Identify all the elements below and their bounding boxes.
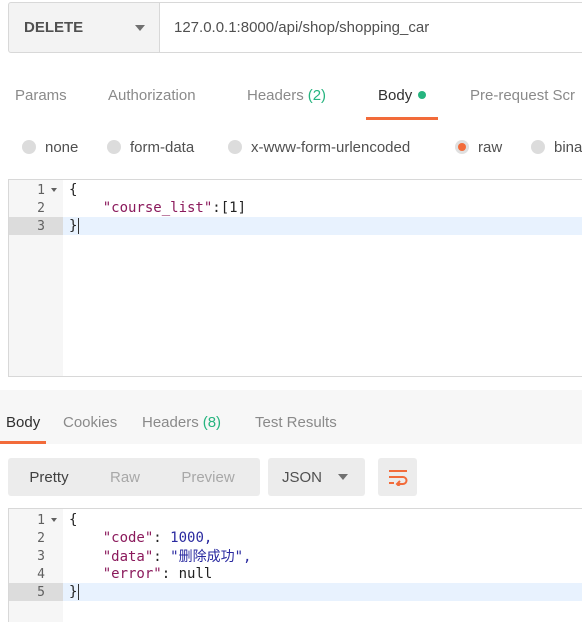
request-tabs: Params Authorization Headers (2) Body Pr… (0, 70, 582, 120)
code-text: { (69, 512, 78, 528)
code-text: } (69, 584, 80, 600)
wrap-lines-icon (388, 470, 407, 486)
line-number: 4 (37, 566, 45, 582)
radio-label: none (45, 138, 79, 156)
status-dot-icon (418, 91, 427, 99)
tab-label: Body (378, 86, 413, 104)
json-value: [1] (220, 200, 247, 216)
tab-response-body[interactable]: Body (0, 400, 47, 444)
radio-label: raw (478, 138, 503, 156)
radio-label: x-www-form-urlencoded (251, 138, 411, 156)
text-cursor (78, 218, 80, 234)
pretty-button[interactable]: Pretty (8, 458, 90, 496)
tab-label: Body (6, 413, 41, 431)
line-number: 2 (37, 200, 45, 216)
request-bar: DELETE 127.0.0.1:8000/api/shop/shopping_… (8, 2, 582, 53)
tab-test-results[interactable]: Test Results (255, 400, 337, 444)
tab-headers[interactable]: Headers (2) (247, 70, 326, 120)
json-value: 1000, (170, 530, 213, 546)
json-key: "code" (102, 530, 154, 546)
radio-selected-icon (455, 140, 469, 154)
code-line: 2 "code": 1000, (9, 529, 582, 547)
tab-label: Test Results (255, 413, 337, 431)
tab-authorization[interactable]: Authorization (108, 70, 196, 120)
code-text: "course_list":[1] (102, 200, 247, 216)
raw-button[interactable]: Raw (90, 458, 160, 496)
text-cursor (78, 584, 80, 600)
code-text: "error": null (102, 566, 213, 582)
fold-arrow-icon[interactable] (51, 518, 57, 522)
code-text: } (69, 218, 80, 234)
radio-circle-icon (22, 140, 36, 154)
tab-body[interactable]: Body (365, 70, 439, 120)
response-tabs: Body Cookies Headers (8) Test Results (0, 400, 582, 444)
line-number: 3 (37, 548, 45, 564)
view-mode-group: Pretty Raw Preview (8, 458, 260, 496)
tab-label: Cookies (63, 413, 118, 431)
tab-label: Headers (142, 413, 199, 431)
radio-circle-icon (531, 140, 545, 154)
chevron-down-icon (135, 24, 145, 31)
fold-arrow-icon[interactable] (51, 188, 57, 192)
code-text: "data": "删除成功", (102, 549, 252, 565)
radio-circle-icon (107, 140, 121, 154)
radio-form-data[interactable]: form-data (107, 134, 194, 160)
line-number: 1 (9, 511, 63, 529)
code-line: 1 { (9, 511, 582, 529)
response-body-viewer[interactable]: 1 { 2 "code": 1000, 3 "data": "删除成功", 4 … (8, 508, 582, 622)
radio-x-www-form-urlencoded[interactable]: x-www-form-urlencoded (228, 134, 410, 160)
json-key: "course_list" (102, 200, 213, 216)
json-key: "error" (102, 566, 162, 582)
body-type-options: none form-data x-www-form-urlencoded raw… (0, 134, 582, 160)
tab-label: Pre-request Scr (470, 86, 576, 104)
radio-label: bina (554, 138, 582, 156)
tab-params[interactable]: Params (15, 70, 67, 120)
line-number: 2 (37, 530, 45, 546)
method-select[interactable]: DELETE (9, 3, 160, 52)
preview-button[interactable]: Preview (160, 458, 256, 496)
tab-pre-request-script[interactable]: Pre-request Scr (470, 70, 575, 120)
json-value: null (178, 566, 213, 582)
code-line-current: 5 } (9, 583, 582, 601)
request-body-editor[interactable]: 1 { 2 "course_list":[1] 3 } (8, 179, 582, 377)
line-number: 5 (9, 583, 63, 601)
method-label: DELETE (24, 19, 84, 36)
headers-count-badge: (2) (307, 86, 327, 104)
format-select[interactable]: JSON (268, 458, 365, 496)
tab-label: Headers (247, 86, 304, 104)
code-line: 2 "course_list":[1] (9, 199, 582, 217)
code-line-current: 3 } (9, 217, 582, 235)
tab-response-headers[interactable]: Headers (8) (142, 400, 221, 444)
json-value: "删除成功", (170, 549, 252, 565)
code-line: 1 { (9, 181, 582, 199)
line-number: 1 (9, 181, 63, 199)
wrap-lines-button[interactable] (378, 458, 417, 496)
url-text: 127.0.0.1:8000/api/shop/shopping_car (174, 19, 430, 36)
json-key: "data" (102, 549, 154, 565)
radio-binary[interactable]: bina (531, 134, 582, 160)
tab-cookies[interactable]: Cookies (63, 400, 117, 444)
code-line: 3 "data": "删除成功", (9, 547, 582, 566)
radio-raw[interactable]: raw (455, 134, 502, 160)
tab-label: Params (15, 86, 67, 104)
code-text: { (69, 182, 78, 198)
format-label: JSON (282, 468, 323, 486)
url-input[interactable]: 127.0.0.1:8000/api/shop/shopping_car (160, 3, 582, 52)
headers-count-badge: (8) (202, 413, 222, 431)
radio-none[interactable]: none (22, 134, 78, 160)
code-text: "code": 1000, (102, 530, 213, 546)
code-line: 4 "error": null (9, 565, 582, 583)
chevron-down-icon (338, 474, 348, 480)
radio-label: form-data (130, 138, 195, 156)
line-number: 3 (9, 217, 63, 235)
tab-label: Authorization (108, 86, 196, 104)
radio-circle-icon (228, 140, 242, 154)
